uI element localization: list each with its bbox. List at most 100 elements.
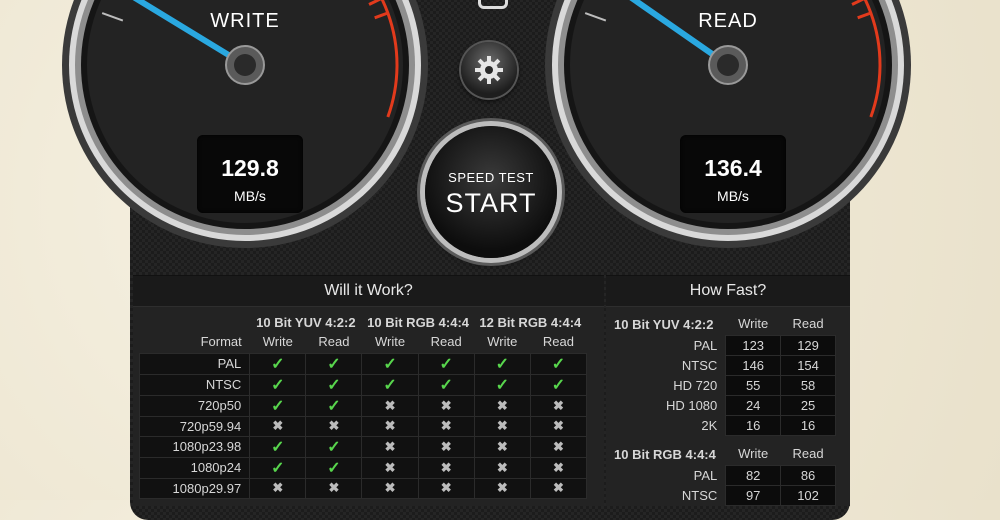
cross-icon: ✖ bbox=[384, 459, 396, 475]
table-row: 1080p29.97 ✖ ✖ ✖ ✖ ✖ ✖ bbox=[138, 477, 588, 499]
table-row: PAL 123 129 bbox=[614, 334, 836, 356]
read-speed-cell: 86 bbox=[780, 464, 836, 486]
section-name: 10 Bit YUV 4:2:2 bbox=[614, 316, 714, 332]
cross-icon: ✖ bbox=[440, 397, 452, 413]
format-cell: 720p50 bbox=[138, 394, 251, 417]
table-row: HD 1080 24 25 bbox=[614, 394, 836, 416]
result-cell: ✖ bbox=[417, 456, 475, 479]
result-cell: ✓ bbox=[249, 352, 307, 375]
result-cell: ✖ bbox=[361, 415, 419, 437]
check-icon: ✓ bbox=[327, 397, 341, 415]
format-cell: NTSC bbox=[681, 357, 718, 373]
cross-icon: ✖ bbox=[552, 480, 564, 495]
result-cell: ✖ bbox=[473, 394, 531, 417]
result-cell: ✖ bbox=[529, 477, 588, 499]
read-unit: MB/s bbox=[717, 188, 749, 204]
write-speed-cell: 146 bbox=[725, 354, 782, 376]
format-cell: 1080p24 bbox=[138, 456, 251, 479]
result-cell: ✓ bbox=[305, 352, 363, 375]
result-cell: ✓ bbox=[417, 352, 475, 375]
start-small-label: SPEED TEST bbox=[448, 170, 534, 185]
result-cell: ✖ bbox=[417, 415, 475, 437]
write-speed-cell: 97 bbox=[725, 484, 782, 506]
check-icon: ✓ bbox=[327, 459, 341, 477]
section-header-row: 10 Bit YUV 4:2:2 Write Read bbox=[614, 313, 836, 335]
result-cell: ✖ bbox=[473, 477, 531, 499]
read-readout: 136.4 MB/s bbox=[680, 135, 786, 213]
result-cell: ✓ bbox=[249, 435, 307, 458]
result-cell: ✓ bbox=[361, 352, 419, 375]
read-column-header: Read bbox=[430, 334, 462, 350]
write-speed-cell: 55 bbox=[725, 374, 782, 396]
read-column-header: Read bbox=[318, 334, 350, 350]
cross-icon: ✖ bbox=[496, 397, 508, 413]
result-cell: ✖ bbox=[305, 477, 363, 499]
format-cell: 1080p29.97 bbox=[138, 477, 251, 499]
result-cell: ✖ bbox=[305, 415, 363, 437]
check-icon: ✓ bbox=[551, 355, 566, 373]
check-icon: ✓ bbox=[271, 459, 285, 477]
check-icon: ✓ bbox=[327, 438, 341, 456]
cross-icon: ✖ bbox=[552, 459, 564, 475]
write-label: WRITE bbox=[210, 10, 280, 32]
format-cell: 2K bbox=[701, 417, 718, 433]
check-icon: ✓ bbox=[551, 376, 566, 394]
result-cell: ✖ bbox=[417, 394, 475, 417]
check-icon: ✓ bbox=[439, 355, 453, 373]
read-label: READ bbox=[698, 10, 758, 32]
check-icon: ✓ bbox=[327, 376, 341, 394]
spacer-row bbox=[614, 435, 836, 443]
check-icon: ✓ bbox=[271, 355, 285, 373]
result-cell: ✖ bbox=[473, 415, 531, 437]
settings-button[interactable] bbox=[461, 42, 517, 98]
read-column-header: Read bbox=[542, 334, 574, 350]
table-row: 720p50 ✓ ✓ ✖ ✖ ✖ ✖ bbox=[138, 394, 588, 417]
table-row: NTSC 97 102 bbox=[614, 484, 836, 506]
read-value: 136.4 bbox=[704, 155, 762, 181]
check-icon: ✓ bbox=[327, 355, 341, 373]
check-icon: ✓ bbox=[271, 438, 285, 456]
result-cell: ✓ bbox=[249, 394, 307, 417]
how-fast-table: 10 Bit YUV 4:2:2 Write Read PAL 123 129 NTSC 14… bbox=[614, 313, 836, 506]
read-speed-cell: 154 bbox=[780, 354, 836, 376]
check-icon: ✓ bbox=[439, 376, 453, 394]
table-row: 1080p24 ✓ ✓ ✖ ✖ ✖ ✖ bbox=[138, 456, 588, 479]
write-unit: MB/s bbox=[234, 188, 266, 204]
group-header: 10 Bit YUV 4:2:2 bbox=[256, 314, 356, 330]
write-column-header: Write bbox=[738, 316, 769, 332]
format-cell: NTSC bbox=[138, 373, 251, 396]
write-value: 129.8 bbox=[221, 155, 279, 181]
result-cell: ✖ bbox=[361, 477, 419, 499]
table-row: NTSC ✓ ✓ ✓ ✓ ✓ ✓ bbox=[138, 373, 588, 396]
cross-icon: ✖ bbox=[384, 480, 396, 495]
group-header: 10 Bit RGB 4:4:4 bbox=[367, 314, 470, 330]
result-cell: ✖ bbox=[361, 394, 419, 417]
start-speed-test-button[interactable]: SPEED TEST START bbox=[425, 126, 557, 258]
result-cell: ✖ bbox=[473, 435, 531, 458]
cross-icon: ✖ bbox=[496, 418, 508, 433]
cross-icon: ✖ bbox=[552, 418, 564, 433]
table-row: PAL 82 86 bbox=[614, 464, 836, 486]
table-row: PAL ✓ ✓ ✓ ✓ ✓ ✓ bbox=[138, 352, 588, 375]
start-big-label: START bbox=[445, 188, 537, 218]
cross-icon: ✖ bbox=[272, 480, 284, 495]
result-cell: ✖ bbox=[529, 415, 588, 437]
table-row: 720p59.94 ✖ ✖ ✖ ✖ ✖ ✖ bbox=[138, 415, 588, 437]
read-gauge: READ 136.4 MB/s bbox=[543, 0, 913, 250]
read-speed-cell: 25 bbox=[780, 394, 836, 416]
handle-icon bbox=[478, 0, 508, 9]
table-row: 1080p23.98 ✓ ✓ ✖ ✖ ✖ ✖ bbox=[138, 435, 588, 458]
cross-icon: ✖ bbox=[440, 418, 452, 433]
result-cell: ✓ bbox=[473, 352, 531, 375]
cross-icon: ✖ bbox=[552, 438, 564, 454]
result-cell: ✖ bbox=[361, 435, 419, 458]
result-cell: ✓ bbox=[305, 456, 363, 479]
result-cell: ✖ bbox=[473, 456, 531, 479]
check-icon: ✓ bbox=[495, 355, 509, 373]
write-readout: 129.8 MB/s bbox=[197, 135, 303, 213]
cross-icon: ✖ bbox=[272, 418, 284, 433]
format-cell: PAL bbox=[138, 352, 251, 375]
read-speed-cell: 58 bbox=[780, 374, 836, 396]
write-column-header: Write bbox=[738, 446, 769, 462]
will-it-work-panel: Will it Work? 10 Bit YUV 4:2:2 10 Bit RG… bbox=[133, 275, 604, 506]
